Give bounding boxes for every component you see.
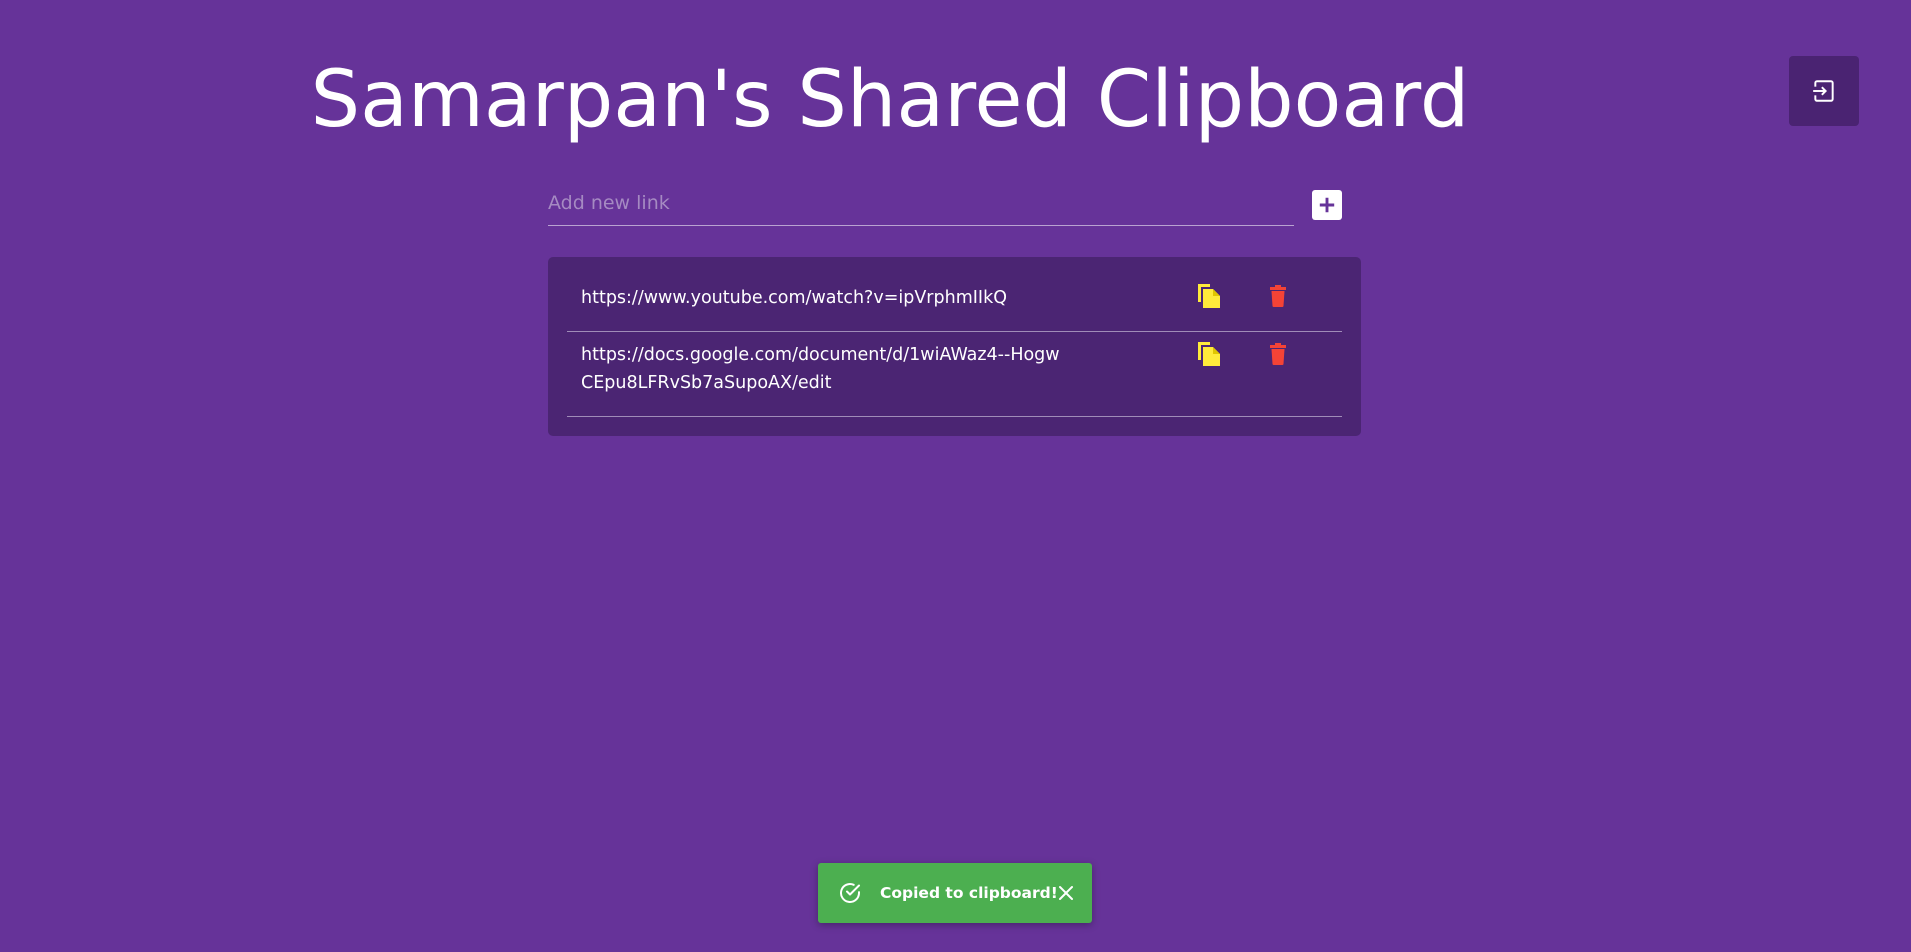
- trash-icon: [1269, 342, 1287, 370]
- check-circle-icon: [838, 881, 862, 905]
- copy-button[interactable]: [1194, 283, 1224, 313]
- logout-icon: [1811, 78, 1837, 104]
- add-link-input[interactable]: [548, 180, 1294, 226]
- plus-icon: [1318, 196, 1336, 214]
- copy-button[interactable]: [1194, 341, 1224, 371]
- logout-button[interactable]: [1789, 56, 1859, 126]
- toast-notification: Copied to clipboard!: [818, 863, 1092, 923]
- add-link-button[interactable]: [1312, 190, 1342, 220]
- delete-button[interactable]: [1263, 283, 1293, 313]
- page-title: Samarpan's Shared Clipboard: [310, 55, 1470, 145]
- copy-icon: [1196, 340, 1222, 372]
- list-item: https://docs.google.com/document/d/1wiAW…: [567, 331, 1342, 417]
- toast-message: Copied to clipboard!: [880, 884, 1058, 902]
- link-url: https://www.youtube.com/watch?v=ipVrphmI…: [581, 288, 1007, 308]
- close-icon[interactable]: [1058, 885, 1074, 901]
- list-item: https://www.youtube.com/watch?v=ipVrphmI…: [567, 267, 1342, 332]
- add-link-form: [548, 180, 1344, 230]
- page: Samarpan's Shared Clipboard https://www.…: [0, 0, 1911, 952]
- delete-button[interactable]: [1263, 341, 1293, 371]
- links-list: https://www.youtube.com/watch?v=ipVrphmI…: [548, 257, 1361, 436]
- trash-icon: [1269, 284, 1287, 312]
- copy-icon: [1196, 282, 1222, 314]
- link-url: https://docs.google.com/document/d/1wiAW…: [581, 345, 1060, 393]
